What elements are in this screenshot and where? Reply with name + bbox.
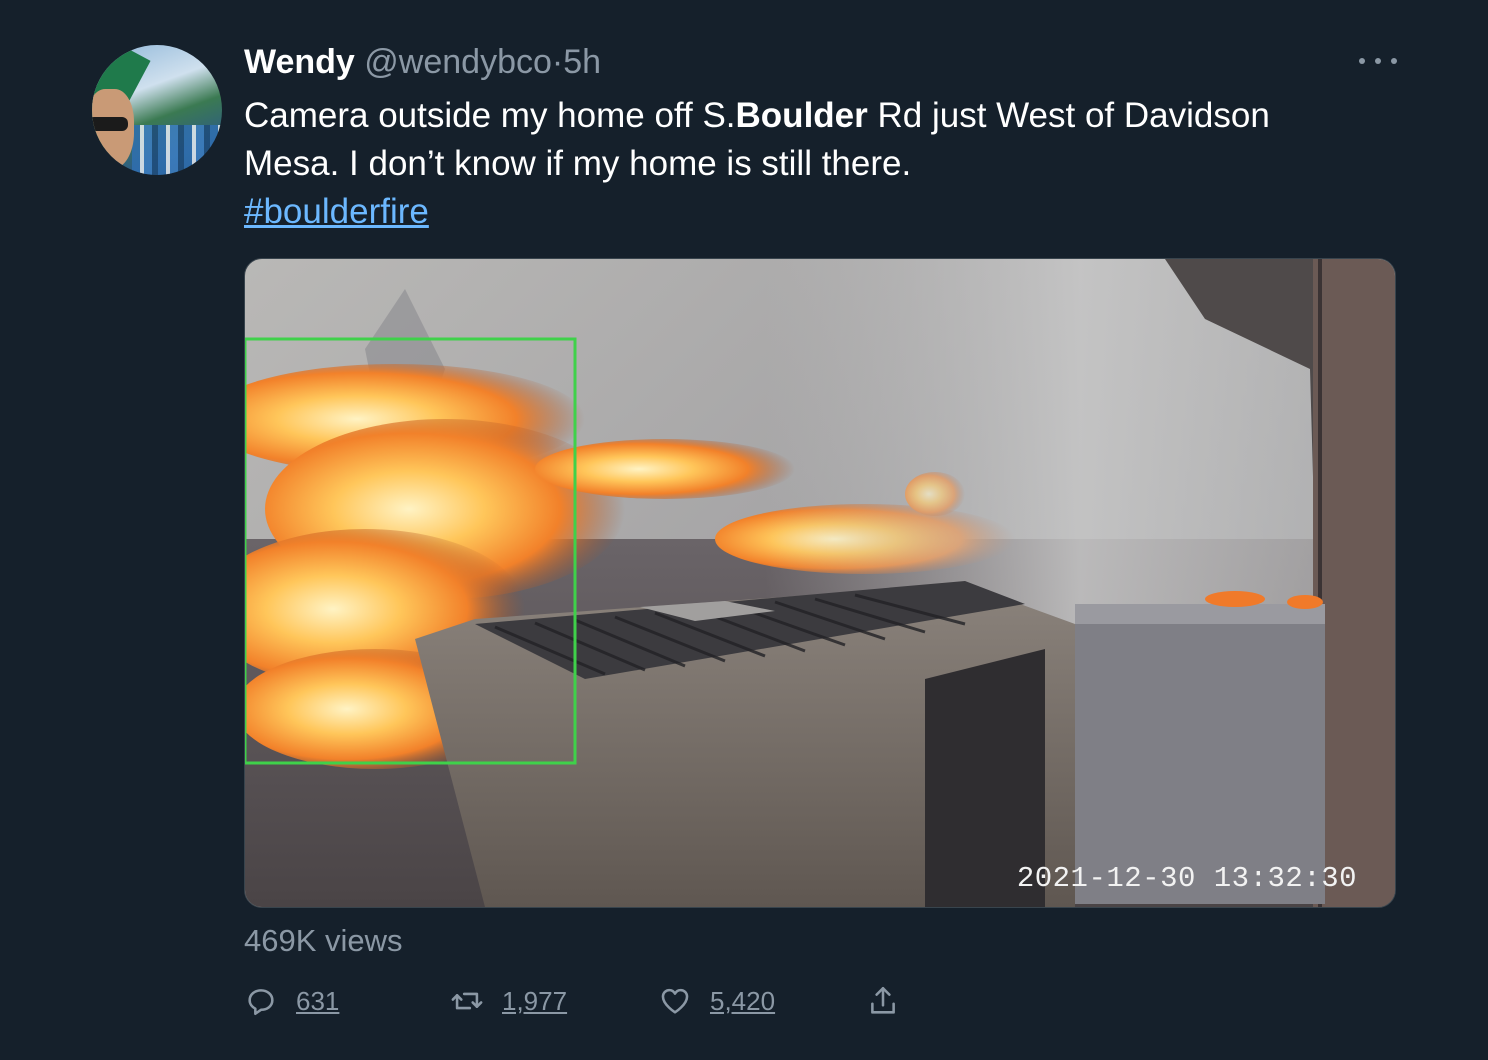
retweet-button[interactable]: 1,977 (450, 978, 567, 1024)
tweet-text-part1: Camera outside my home off S. (244, 96, 736, 135)
reply-count[interactable]: 631 (296, 986, 339, 1017)
reply-icon (248, 989, 274, 1016)
tweet-text-bold: Boulder (735, 96, 868, 135)
author-name[interactable]: Wendy (244, 43, 355, 81)
more-horizontal-icon-dot (1391, 58, 1397, 64)
tweet-time[interactable]: 5h (563, 43, 601, 81)
video-timestamp: 2021-12-30 13:32:30 (1016, 862, 1357, 895)
like-button[interactable]: 5,420 (658, 978, 775, 1024)
more-horizontal-icon-dot (1375, 58, 1381, 64)
tweet-header: Wendy @wendybco·5h (244, 40, 601, 84)
avatar[interactable] (92, 45, 222, 175)
author-handle[interactable]: @wendybco (364, 43, 552, 81)
avatar-crowd (132, 125, 222, 175)
share-icon (871, 986, 895, 1014)
reply-button[interactable]: 631 (244, 978, 339, 1024)
more-horizontal-icon (1359, 58, 1365, 64)
tweet[interactable]: Wendy @wendybco·5h Camera outside my hom… (0, 0, 1488, 1060)
heart-icon (661, 988, 689, 1014)
tweet-video[interactable]: 2021-12-30 13:32:30 (244, 258, 1396, 908)
avatar-sunglasses (92, 117, 128, 131)
more-options-button[interactable] (1356, 46, 1400, 76)
view-count: 469K views (244, 923, 403, 958)
share-button[interactable] (866, 978, 900, 1024)
retweet-count[interactable]: 1,977 (502, 986, 567, 1017)
action-bar: 631 1,977 5,420 (244, 978, 944, 1024)
video-frame (245, 259, 1395, 907)
retweet-icon (451, 992, 483, 1010)
header-separator: · (551, 43, 564, 81)
like-count[interactable]: 5,420 (710, 986, 775, 1017)
hashtag-link[interactable]: #boulderfire (244, 192, 429, 231)
tweet-text: Camera outside my home off S.Boulder Rd … (244, 92, 1364, 236)
